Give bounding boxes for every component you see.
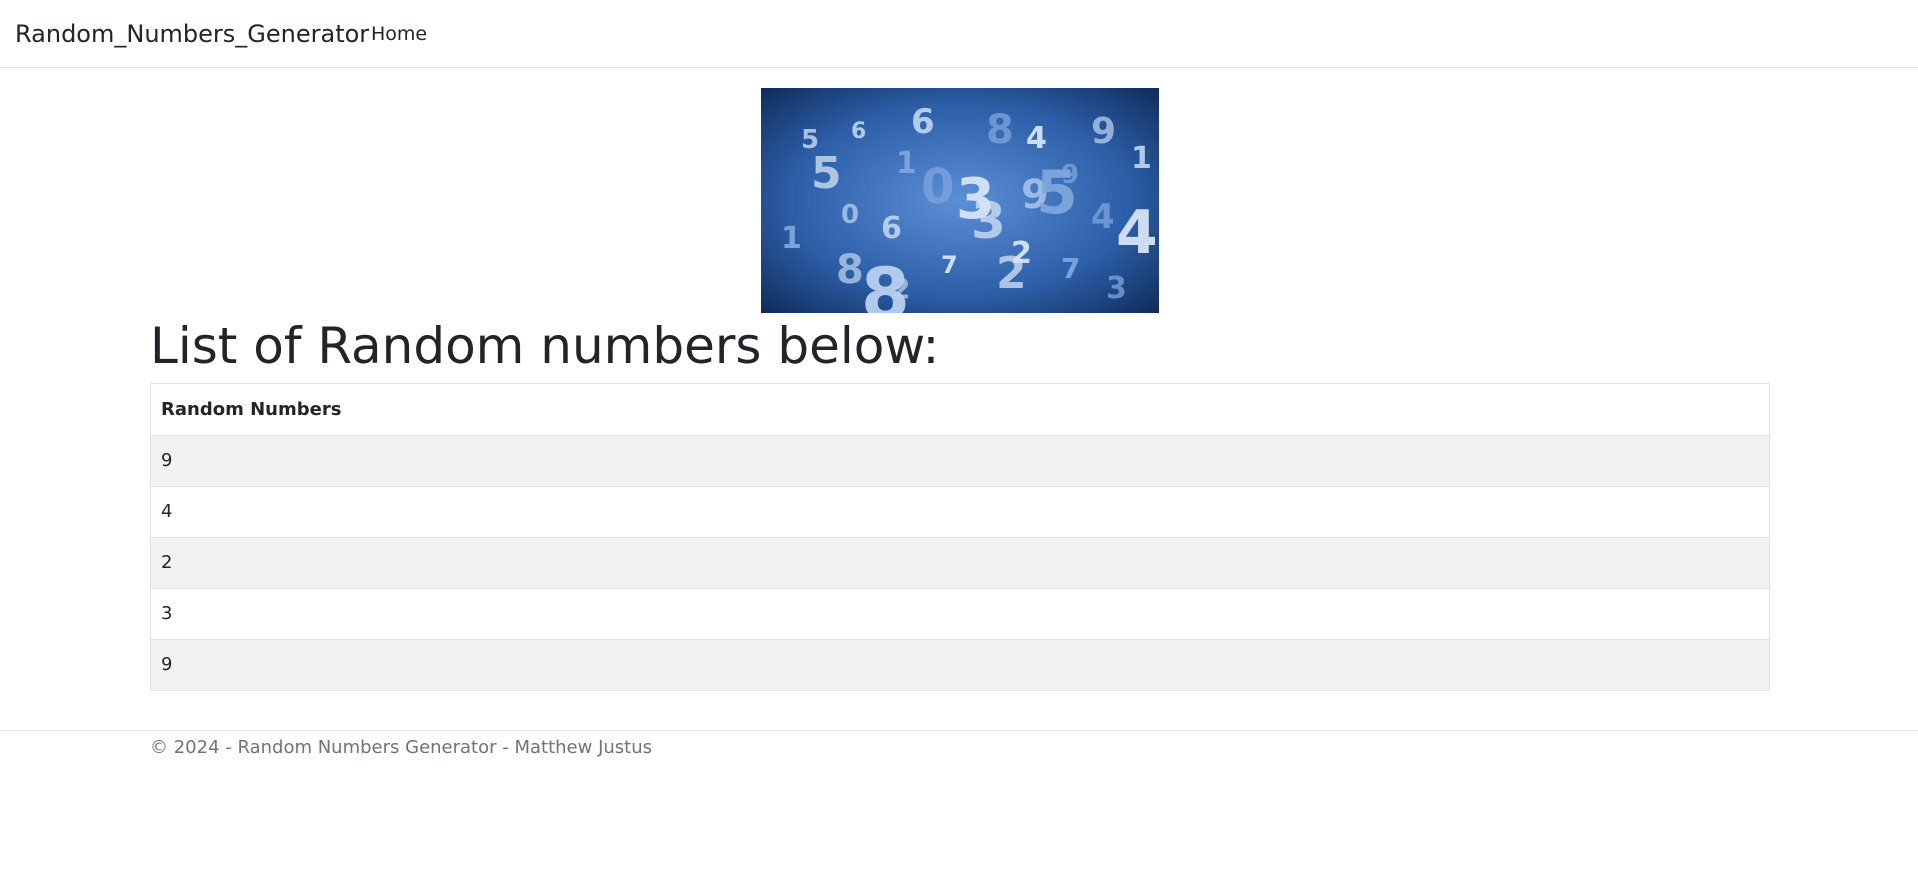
nav-home-link[interactable]: Home — [371, 0, 427, 68]
table-cell: 3 — [151, 587, 1769, 639]
table-row: 3 — [151, 587, 1769, 639]
page-title: List of Random numbers below: — [150, 317, 940, 375]
table-cell: 9 — [151, 638, 1769, 690]
hero-digit: 2 — [891, 272, 910, 305]
table-row: 9 — [151, 434, 1769, 486]
hero-digit: 8 — [836, 247, 864, 293]
brand-link[interactable]: Random_Numbers_Generator — [15, 0, 369, 68]
hero-digit: 6 — [851, 119, 866, 144]
hero-digit: 7 — [941, 251, 958, 279]
table-cell: 4 — [151, 485, 1769, 537]
hero-digit: 0 — [841, 200, 859, 230]
hero-digit: 5 — [801, 125, 819, 155]
hero-digit: 8 — [986, 107, 1014, 153]
hero-digit: 1 — [781, 221, 802, 256]
table-header-row: Random Numbers — [151, 384, 1769, 435]
hero-digit: 2 — [996, 248, 1027, 299]
hero-digit: 1 — [1131, 141, 1152, 176]
column-header-random-numbers: Random Numbers — [151, 384, 1769, 435]
hero-digit: 7 — [1061, 252, 1080, 285]
random-numbers-table: Random Numbers 9 4 2 3 9 — [150, 383, 1770, 691]
hero-digit: 9 — [1091, 111, 1116, 152]
table-cell: 9 — [151, 434, 1769, 486]
hero-image-art: 6 8 4 915 10 3 9536 428 728 34015 6972 — [761, 88, 1159, 313]
hero-digit: 1 — [896, 146, 917, 181]
hero-digit: 4 — [1091, 197, 1115, 237]
random-numbers-image: 6849151039536428728340156972 — [761, 88, 1159, 313]
table-row: 2 — [151, 536, 1769, 588]
hero-digit: 3 — [1106, 271, 1127, 306]
hero-digit: 6 — [911, 102, 935, 142]
hero-digit: 5 — [811, 148, 842, 199]
footer-copyright: © 2024 - Random Numbers Generator - Matt… — [150, 737, 653, 758]
hero-digit: 4 — [1116, 198, 1158, 268]
top-navbar: Random_Numbers_Generator Home — [0, 0, 1918, 68]
hero-digit: 0 — [921, 159, 954, 215]
table-cell: 2 — [151, 536, 1769, 588]
table-row: 9 — [151, 638, 1769, 690]
hero-digit: 3 — [971, 192, 1006, 250]
hero-digit: 9 — [1061, 160, 1079, 190]
hero-digit: 6 — [881, 211, 902, 246]
footer-divider — [0, 730, 1918, 731]
table-row: 4 — [151, 485, 1769, 537]
hero-digit: 4 — [1026, 121, 1047, 156]
